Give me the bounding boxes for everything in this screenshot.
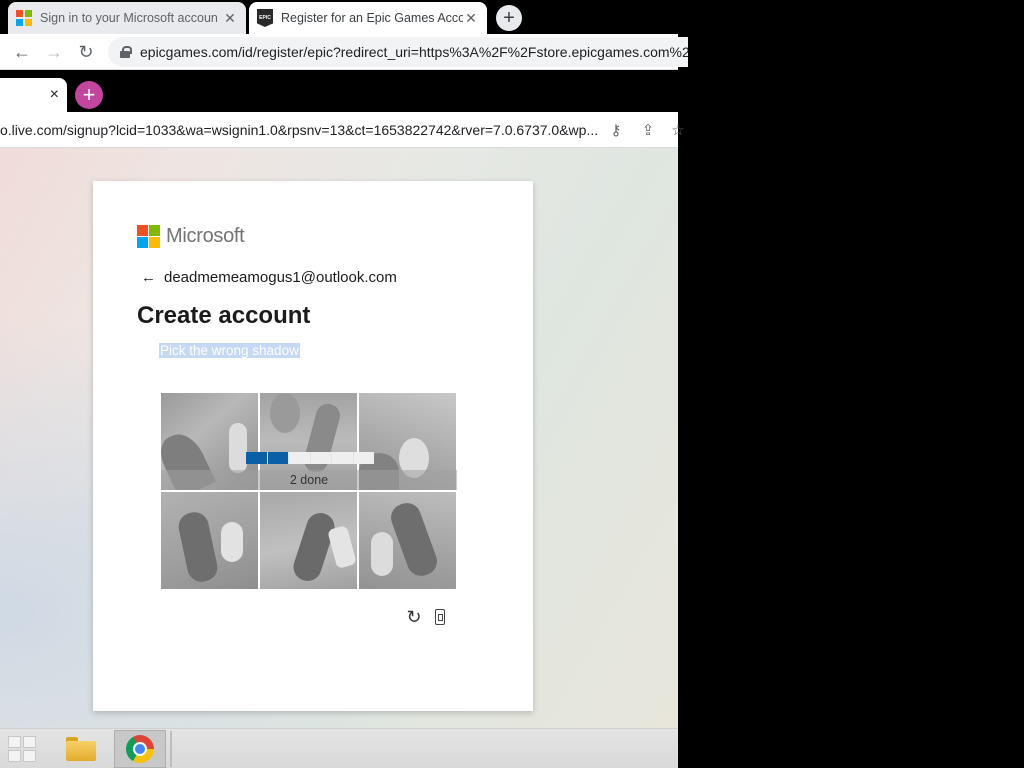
url-text: o.live.com/signup?lcid=1033&wa=wsignin1.…	[0, 122, 599, 138]
screen: Sign in to your Microsoft accoun ✕ EPIC …	[0, 0, 1024, 768]
bookmark-star-icon[interactable]: ☆	[668, 120, 688, 140]
tab-microsoft-signin[interactable]: Sign in to your Microsoft accoun ✕	[8, 2, 246, 34]
progress-segment	[289, 452, 310, 464]
close-tab-icon[interactable]: ×	[50, 86, 59, 104]
audio-captcha-icon[interactable]	[435, 609, 445, 625]
captcha-grid	[161, 393, 457, 589]
epic-games-favicon-icon: EPIC	[257, 9, 273, 27]
key-icon[interactable]: ⚷	[606, 120, 626, 140]
tab-title: Sign in to your Microsoft accoun	[40, 11, 218, 25]
inner-toolbar: o.live.com/signup?lcid=1033&wa=wsignin1.…	[0, 112, 685, 148]
outer-toolbar: ← → ↻ epicgames.com/id/register/epic?red…	[0, 34, 688, 70]
back-arrow-icon[interactable]: ←	[141, 269, 156, 286]
refresh-captcha-icon[interactable]: ↻	[405, 608, 423, 626]
progress-segment	[246, 452, 267, 464]
progress-segment	[310, 452, 331, 464]
taskbar-divider	[170, 731, 172, 767]
captcha-tile[interactable]	[161, 492, 258, 589]
url-text: epicgames.com/id/register/epic?redirect_…	[140, 44, 688, 60]
progress-bar	[246, 452, 374, 464]
microsoft-logo-icon	[137, 225, 160, 248]
microsoft-logo: Microsoft	[137, 225, 245, 248]
forward-arrow-icon[interactable]: →	[42, 40, 66, 64]
close-tab-icon[interactable]: ✕	[222, 10, 238, 27]
microsoft-favicon-icon	[16, 10, 32, 26]
captcha-tile[interactable]	[359, 492, 456, 589]
tab-epic-register[interactable]: EPIC Register for an Epic Games Acco ✕	[249, 2, 487, 34]
captcha-progress: 2 done	[161, 452, 457, 490]
brand-name: Microsoft	[166, 225, 245, 247]
progress-segment	[332, 452, 353, 464]
account-email: deadmemeamogus1@outlook.com	[164, 269, 397, 286]
share-icon[interactable]: ⇪	[638, 120, 658, 140]
inner-active-tab[interactable]: ×	[0, 78, 67, 112]
inner-new-tab-button[interactable]: +	[75, 81, 103, 109]
progress-segment	[353, 452, 374, 464]
signup-card: Microsoft ← deadmemeamogus1@outlook.com …	[93, 181, 533, 711]
page-title: Create account	[137, 302, 311, 329]
windows-start-icon[interactable]	[8, 736, 38, 762]
reload-icon[interactable]: ↻	[74, 40, 98, 64]
chrome-taskbar-icon[interactable]	[114, 730, 166, 768]
inner-address-bar[interactable]: o.live.com/signup?lcid=1033&wa=wsignin1.…	[0, 112, 600, 148]
close-tab-icon[interactable]: ✕	[463, 10, 479, 27]
identity-banner[interactable]: ← deadmemeamogus1@outlook.com	[141, 269, 397, 286]
new-tab-button[interactable]: +	[496, 5, 522, 31]
back-arrow-icon[interactable]: ←	[10, 40, 34, 64]
progress-label: 2 done	[161, 470, 457, 490]
lock-icon	[120, 46, 132, 58]
captcha-instruction: Pick the wrong shadow	[159, 343, 300, 358]
outer-tab-strip: Sign in to your Microsoft accoun ✕ EPIC …	[0, 0, 678, 34]
tab-title: Register for an Epic Games Acco	[281, 11, 463, 25]
file-explorer-icon[interactable]	[58, 731, 104, 767]
address-bar[interactable]: epicgames.com/id/register/epic?redirect_…	[108, 37, 688, 67]
captcha-tile[interactable]	[260, 492, 357, 589]
taskbar	[0, 728, 678, 768]
progress-segment	[267, 452, 288, 464]
